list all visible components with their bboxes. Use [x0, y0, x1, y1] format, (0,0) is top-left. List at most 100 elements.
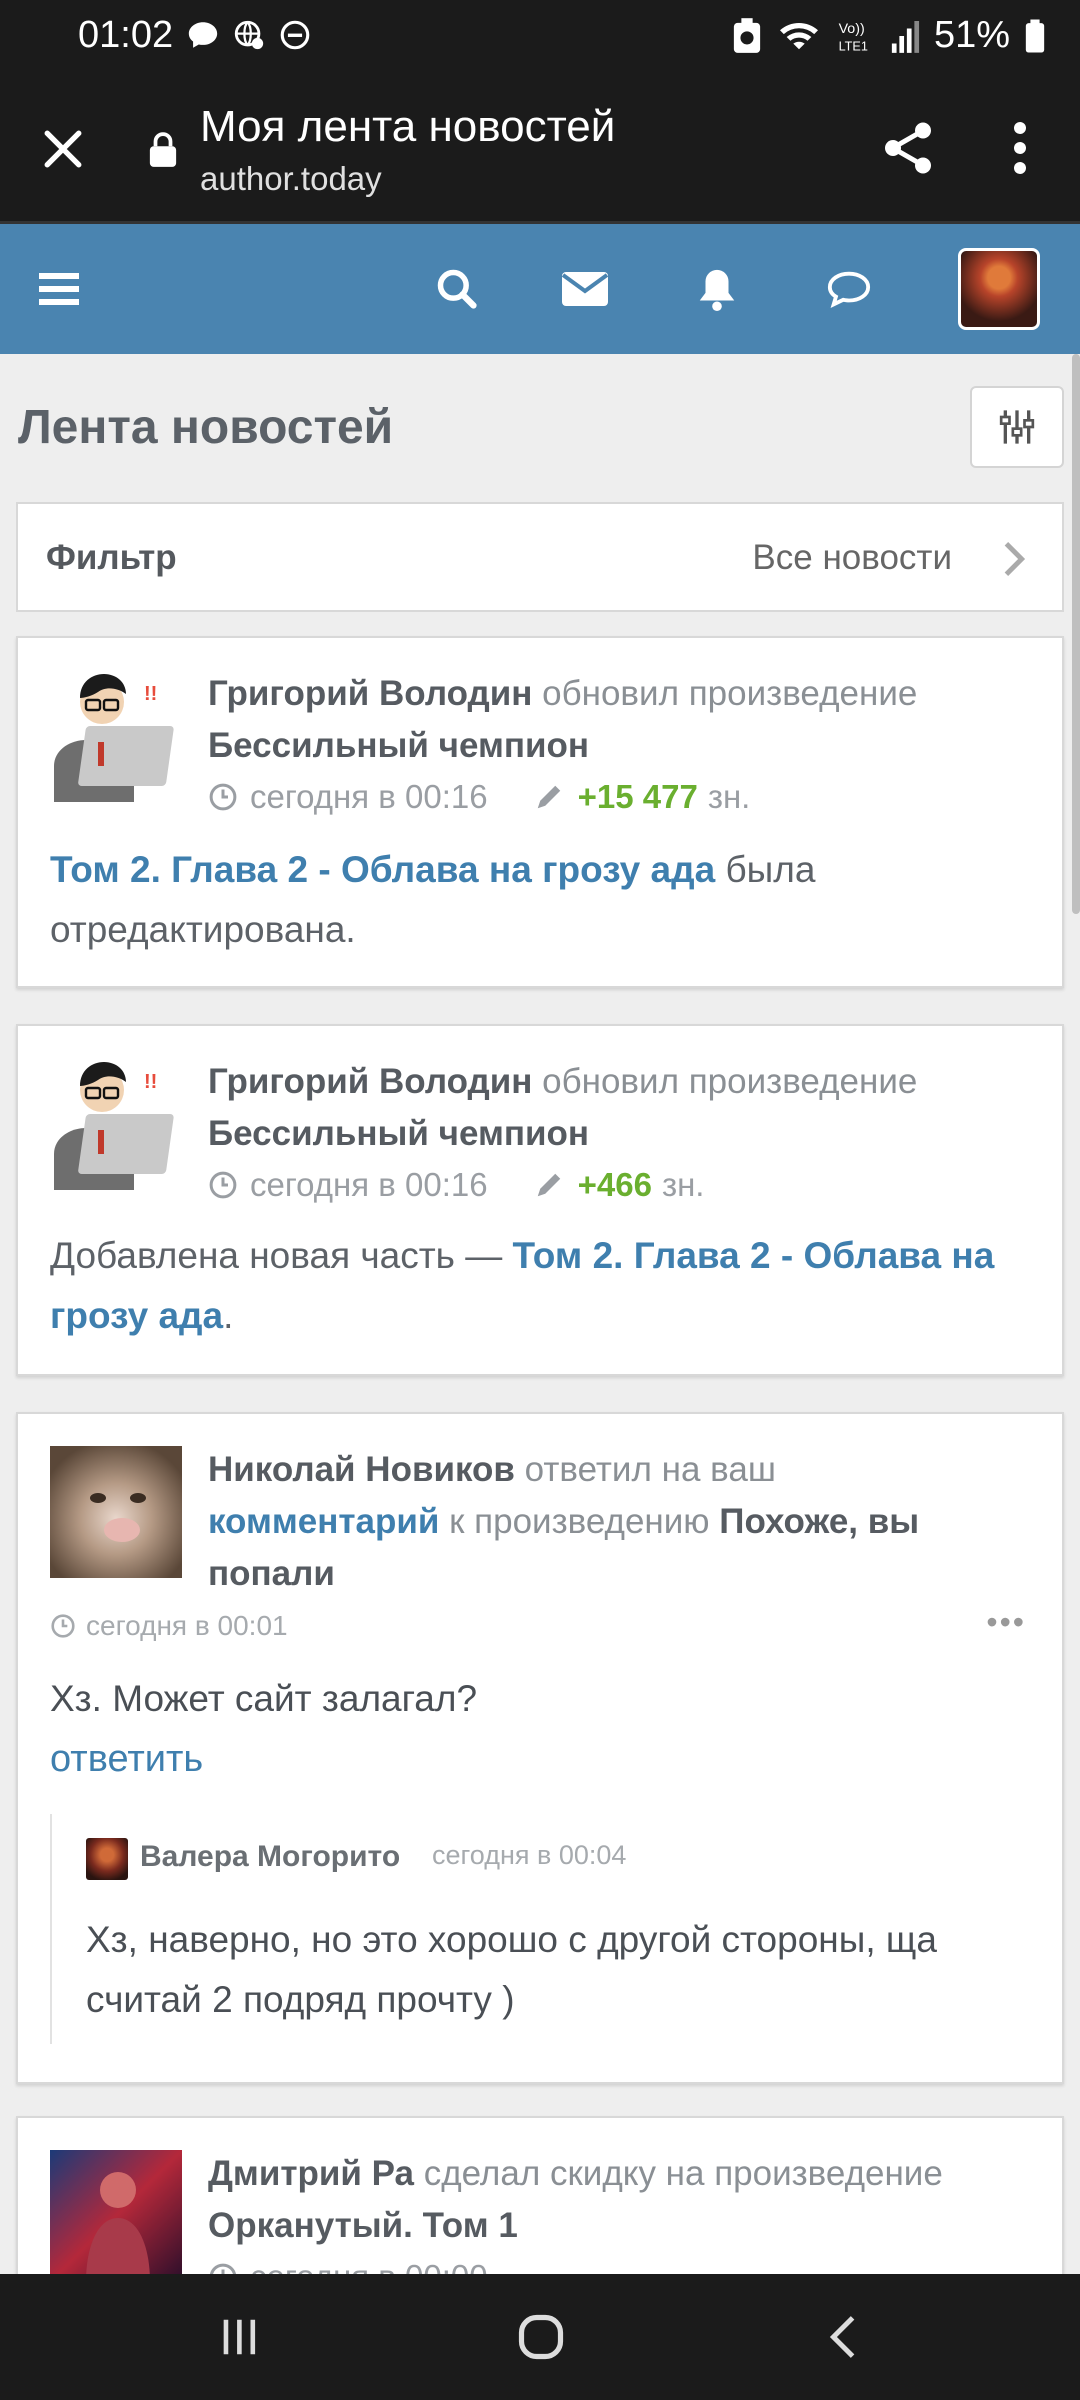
feed-item-header: Дмитрий Ра сделал скидку на произведение…	[208, 2148, 1038, 2252]
reply-text: Хз, наверно, но это хорошо с другой стор…	[86, 1919, 937, 2020]
reply-comment: Валера Могорито сегодня в 00:04 Хз, наве…	[50, 1814, 1040, 2044]
reply-link[interactable]: ответить	[50, 1738, 203, 1781]
more-vertical-icon[interactable]	[1000, 118, 1040, 178]
reply-author-name[interactable]: Валера Могорито	[140, 1840, 400, 1874]
speech-bubble-icon	[827, 271, 871, 308]
vpn-globe-icon	[234, 20, 264, 50]
action-text: ответил на ваш	[524, 1450, 776, 1489]
timestamp: сегодня в 00:01	[86, 1610, 288, 1641]
messages-button[interactable]	[552, 256, 618, 322]
feed-item: !! Григорий Володин обновил произведение…	[16, 636, 1064, 988]
envelope-icon	[561, 272, 609, 306]
timestamp: сегодня в 00:00	[250, 2258, 488, 2274]
back-button[interactable]	[810, 2304, 876, 2370]
author-name[interactable]: Николай Новиков	[208, 1450, 515, 1489]
feed-item: Дмитрий Ра сделал скидку на произведение…	[16, 2116, 1064, 2274]
feed-item-meta: сегодня в 00:16 +466 зн.	[208, 1166, 704, 1204]
feed-item-body: Добавлена новая часть — Том 2. Глава 2 -…	[50, 1226, 1040, 1346]
body-suffix: .	[223, 1295, 234, 1336]
page-title: Лента новостей	[18, 401, 394, 454]
clock-icon	[209, 1171, 237, 1199]
search-button[interactable]	[424, 256, 490, 322]
comment-link[interactable]: комментарий	[208, 1502, 439, 1541]
author-avatar-cartoon[interactable]: !!	[50, 1058, 182, 1190]
feed-item-header: Николай Новиков ответил на ваш комментар…	[208, 1444, 1038, 1600]
menu-button[interactable]	[26, 256, 92, 322]
author-avatar-cartoon[interactable]: !!	[50, 670, 182, 802]
feed-item: !! Григорий Володин обновил произведение…	[16, 1024, 1064, 1376]
svg-text:!!: !!	[144, 683, 157, 705]
feed-item-header: Григорий Володин обновил произведение Бе…	[208, 1056, 1038, 1160]
char-unit: зн.	[707, 778, 751, 815]
browser-url[interactable]: author.today	[200, 160, 382, 198]
timestamp: сегодня в 00:16	[250, 778, 488, 815]
pencil-icon	[537, 1173, 560, 1197]
author-name[interactable]: Григорий Володин	[208, 1062, 532, 1101]
user-avatar[interactable]	[958, 248, 1040, 330]
scrollbar[interactable]	[1072, 354, 1080, 914]
battery-saver-icon	[733, 17, 761, 53]
comment-text: Хз. Может сайт залагал?	[50, 1678, 478, 1719]
recent-apps-button[interactable]	[206, 2304, 272, 2370]
back-icon	[829, 2316, 855, 2358]
search-icon	[437, 269, 477, 309]
feed-item-meta: сегодня в 00:16 +15 477 зн.	[208, 778, 750, 816]
share-icon[interactable]	[878, 118, 938, 178]
battery-icon	[1025, 19, 1045, 52]
feed-item-meta: сегодня в 00:00	[208, 2258, 488, 2274]
reply-timestamp: сегодня в 00:04	[432, 1840, 627, 1870]
notification-icons	[186, 18, 312, 52]
bell-icon	[699, 269, 735, 312]
chat-bubble-icon	[188, 22, 218, 48]
home-icon	[518, 2314, 564, 2360]
notifications-button[interactable]	[684, 256, 750, 322]
work-title[interactable]: Бессильный чемпион	[208, 726, 589, 765]
author-name[interactable]: Григорий Володин	[208, 674, 532, 713]
comment-meta: сегодня в 00:01	[50, 1610, 288, 1642]
wifi-icon	[779, 22, 818, 49]
feed-item-comment: Николай Новиков ответил на ваш комментар…	[16, 1412, 1064, 2084]
status-bar: 01:02 Vo)) LTE1 51%	[0, 0, 1080, 70]
news-feed-page: Лента новостей Фильтр Все новости !! Гри…	[0, 354, 1080, 2274]
action-text: обновил произведение	[542, 674, 918, 713]
discussions-button[interactable]	[816, 256, 882, 322]
feed-settings-button[interactable]	[970, 386, 1064, 468]
author-avatar-art[interactable]	[50, 2150, 182, 2274]
author-avatar-cat[interactable]	[50, 1446, 182, 1578]
system-icons: Vo)) LTE1 51%	[732, 14, 1046, 57]
filter-row[interactable]: Фильтр Все новости	[16, 502, 1064, 612]
home-button[interactable]	[508, 2304, 574, 2370]
status-time: 01:02	[78, 14, 174, 56]
volte-icon: Vo)) LTE1	[839, 20, 868, 52]
action-text: обновил произведение	[542, 1062, 918, 1101]
filter-label: Фильтр	[46, 538, 177, 577]
clock-icon	[209, 2263, 237, 2274]
char-unit: зн.	[661, 1166, 705, 1203]
sliders-icon	[999, 410, 1035, 444]
feed-item-header: Григорий Володин обновил произведение Бе…	[208, 668, 1038, 772]
system-nav-bar	[0, 2274, 1080, 2400]
chevron-right-icon	[1004, 542, 1026, 576]
feed-item-body: Том 2. Глава 2 - Облава на грозу ада был…	[50, 840, 1040, 960]
close-icon[interactable]	[36, 122, 90, 176]
work-title[interactable]: Бессильный чемпион	[208, 1114, 589, 1153]
browser-page-title[interactable]: Моя лента новостей	[200, 102, 615, 152]
do-not-disturb-icon	[280, 20, 310, 50]
site-header	[0, 224, 1080, 354]
author-name[interactable]: Дмитрий Ра	[208, 2154, 414, 2193]
body-prefix: Добавлена новая часть —	[50, 1235, 503, 1276]
signal-icon	[891, 20, 919, 53]
svg-text:Vo)): Vo))	[839, 20, 865, 36]
reply-author-avatar[interactable]	[86, 1838, 128, 1880]
browser-toolbar: Моя лента новостей author.today	[0, 70, 1080, 224]
action-text: сделал скидку на произведение	[423, 2154, 943, 2193]
chapter-link[interactable]: Том 2. Глава 2 - Облава на грозу ада	[50, 849, 715, 890]
lock-icon	[149, 132, 177, 167]
work-title[interactable]: Орканутый. Том 1	[208, 2206, 518, 2245]
timestamp: сегодня в 00:16	[250, 1166, 488, 1203]
hamburger-menu-icon	[39, 273, 79, 305]
pencil-icon	[537, 785, 560, 809]
more-options-icon[interactable]: •••	[986, 1604, 1026, 1641]
action-text-2: к произведению	[449, 1502, 710, 1541]
svg-text:!!: !!	[144, 1071, 157, 1093]
